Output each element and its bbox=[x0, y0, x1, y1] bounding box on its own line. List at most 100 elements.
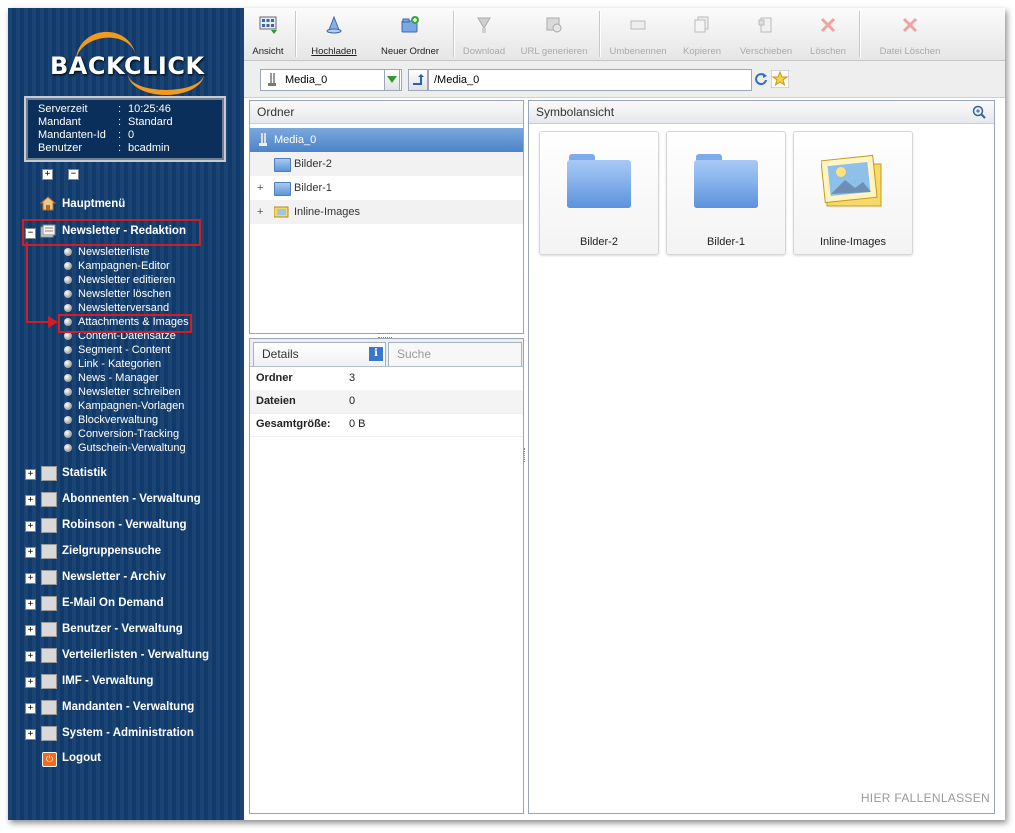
bullet-icon bbox=[64, 388, 72, 396]
favorite-star-icon[interactable] bbox=[771, 70, 789, 88]
drive-select-value: Media_0 bbox=[285, 74, 328, 86]
rename-button-label: Umbenennen bbox=[609, 46, 667, 57]
download-button-label: Download bbox=[462, 46, 506, 57]
folder-icon bbox=[567, 154, 631, 208]
path-input[interactable]: /Media_0 bbox=[428, 69, 752, 91]
info-icon: i bbox=[369, 347, 383, 361]
expand-all-button[interactable]: + bbox=[42, 169, 53, 180]
rename-button[interactable]: Umbenennen bbox=[606, 8, 670, 60]
tree-node-bilder-1[interactable]: + Bilder-1 bbox=[250, 176, 523, 200]
expand-icon[interactable]: + bbox=[25, 677, 36, 688]
expand-icon[interactable]: + bbox=[257, 200, 263, 224]
toolbar-separator bbox=[453, 11, 454, 57]
expand-icon[interactable]: + bbox=[25, 469, 36, 480]
download-icon bbox=[477, 17, 491, 33]
submenu-item-label: Kampagnen-Vorlagen bbox=[78, 400, 185, 412]
tile-inline-images[interactable]: Inline-Images bbox=[793, 131, 913, 255]
info-row-benutzer: Benutzer: bcadmin bbox=[38, 142, 170, 154]
download-button[interactable]: Download bbox=[458, 8, 510, 60]
expand-icon[interactable]: + bbox=[25, 599, 36, 610]
upload-icon bbox=[326, 16, 342, 34]
new-folder-button-label: Neuer Ordner bbox=[380, 46, 440, 57]
tree-node-root[interactable]: Media_0 bbox=[250, 128, 523, 152]
delete-file-button[interactable]: Datei Löschen bbox=[868, 8, 952, 60]
upload-button[interactable]: Hochladen bbox=[304, 8, 364, 60]
home-icon bbox=[40, 196, 56, 211]
tab-search[interactable]: Suche bbox=[388, 342, 522, 366]
session-info-box: Serverzeit:10:25:46 Mandant: Standard Man… bbox=[24, 96, 226, 162]
delete-icon bbox=[820, 17, 836, 33]
tile-bilder-1[interactable]: Bilder-1 bbox=[666, 131, 786, 255]
zoom-icon[interactable] bbox=[972, 105, 986, 119]
level-up-icon bbox=[413, 74, 424, 85]
nav-section-label: Mandanten - Verwaltung bbox=[62, 701, 195, 713]
expand-icon[interactable]: + bbox=[25, 703, 36, 714]
submenu-item-label: News - Manager bbox=[78, 372, 159, 384]
new-folder-button[interactable]: Neuer Ordner bbox=[372, 8, 448, 60]
tile-bilder-2[interactable]: Bilder-2 bbox=[539, 131, 659, 255]
expand-icon[interactable]: + bbox=[25, 651, 36, 662]
chevron-down-icon bbox=[387, 76, 397, 83]
detail-row-folders: Ordner 3 bbox=[250, 367, 523, 391]
view-button[interactable]: Ansicht bbox=[244, 8, 292, 60]
drive-select[interactable]: Media_0 bbox=[260, 69, 402, 91]
app-window: BACKCLICK Serverzeit:10:25:46 Mandant: St… bbox=[8, 8, 1005, 820]
tile-label: Bilder-2 bbox=[580, 236, 618, 248]
image-folder-icon bbox=[821, 154, 882, 207]
tree-node-bilder-2[interactable]: Bilder-2 bbox=[250, 152, 523, 176]
tab-search-label: Suche bbox=[397, 347, 432, 361]
image-folder-icon bbox=[274, 206, 289, 218]
info-row-mandant: Mandant: Standard bbox=[38, 116, 173, 128]
highlight-arrow-head bbox=[48, 316, 58, 328]
copy-button[interactable]: Kopieren bbox=[678, 8, 726, 60]
section-folder-icon bbox=[41, 544, 57, 559]
detail-row-files: Dateien 0 bbox=[250, 390, 523, 414]
parent-folder-button[interactable] bbox=[408, 69, 428, 91]
tree-node-inline-images[interactable]: + Inline-Images bbox=[250, 200, 523, 224]
info-row-mandanten-id: Mandanten-Id:0 bbox=[38, 129, 135, 141]
tab-details[interactable]: Details i bbox=[253, 342, 386, 366]
refresh-icon[interactable] bbox=[754, 72, 768, 86]
section-folder-icon bbox=[41, 570, 57, 585]
expand-icon[interactable]: + bbox=[25, 495, 36, 506]
url-generate-button[interactable]: URL generieren bbox=[514, 8, 594, 60]
logout-icon: ⏻ bbox=[42, 752, 57, 767]
section-folder-icon bbox=[41, 466, 57, 481]
expand-icon[interactable]: + bbox=[25, 729, 36, 740]
section-folder-icon bbox=[41, 674, 57, 689]
nav-section-label: Newsletter - Archiv bbox=[62, 571, 166, 583]
tile-label: Bilder-1 bbox=[707, 236, 745, 248]
expand-icon[interactable]: + bbox=[25, 521, 36, 532]
toolbar-separator bbox=[295, 11, 296, 57]
bullet-icon bbox=[64, 374, 72, 382]
expand-icon[interactable]: + bbox=[25, 625, 36, 636]
bullet-icon bbox=[64, 304, 72, 312]
highlight-arrow-line bbox=[26, 242, 28, 322]
expand-icon[interactable]: + bbox=[25, 547, 36, 558]
delete-button[interactable]: Löschen bbox=[804, 8, 852, 60]
folder-icon bbox=[274, 158, 291, 172]
nav-section-label: Abonnenten - Verwaltung bbox=[62, 493, 201, 505]
bullet-icon bbox=[64, 290, 72, 298]
submenu-item-label: Newsletter schreiben bbox=[78, 386, 181, 398]
submenu-item-label: Conversion-Tracking bbox=[78, 428, 180, 440]
path-input-value: /Media_0 bbox=[434, 74, 480, 86]
drive-icon bbox=[268, 73, 276, 86]
expand-icon[interactable]: + bbox=[25, 573, 36, 584]
drive-select-dropdown[interactable] bbox=[384, 69, 400, 91]
move-button[interactable]: Verschieben bbox=[732, 8, 800, 60]
tree-node-label: Bilder-1 bbox=[294, 182, 332, 194]
bullet-icon bbox=[64, 430, 72, 438]
bullet-icon bbox=[64, 248, 72, 256]
folder-icon bbox=[694, 154, 758, 208]
symbol-view-header: Symbolansicht bbox=[529, 101, 994, 124]
expand-icon[interactable]: + bbox=[257, 176, 263, 200]
delete-file-icon bbox=[902, 17, 918, 33]
bullet-icon bbox=[64, 360, 72, 368]
nav-section-label: Statistik bbox=[62, 467, 107, 479]
collapse-all-button[interactable]: − bbox=[68, 169, 79, 180]
submenu-item-label: Link - Kategorien bbox=[78, 358, 162, 370]
highlight-box-section bbox=[22, 219, 201, 246]
drive-icon bbox=[259, 133, 267, 146]
tab-details-label: Details bbox=[262, 347, 299, 361]
